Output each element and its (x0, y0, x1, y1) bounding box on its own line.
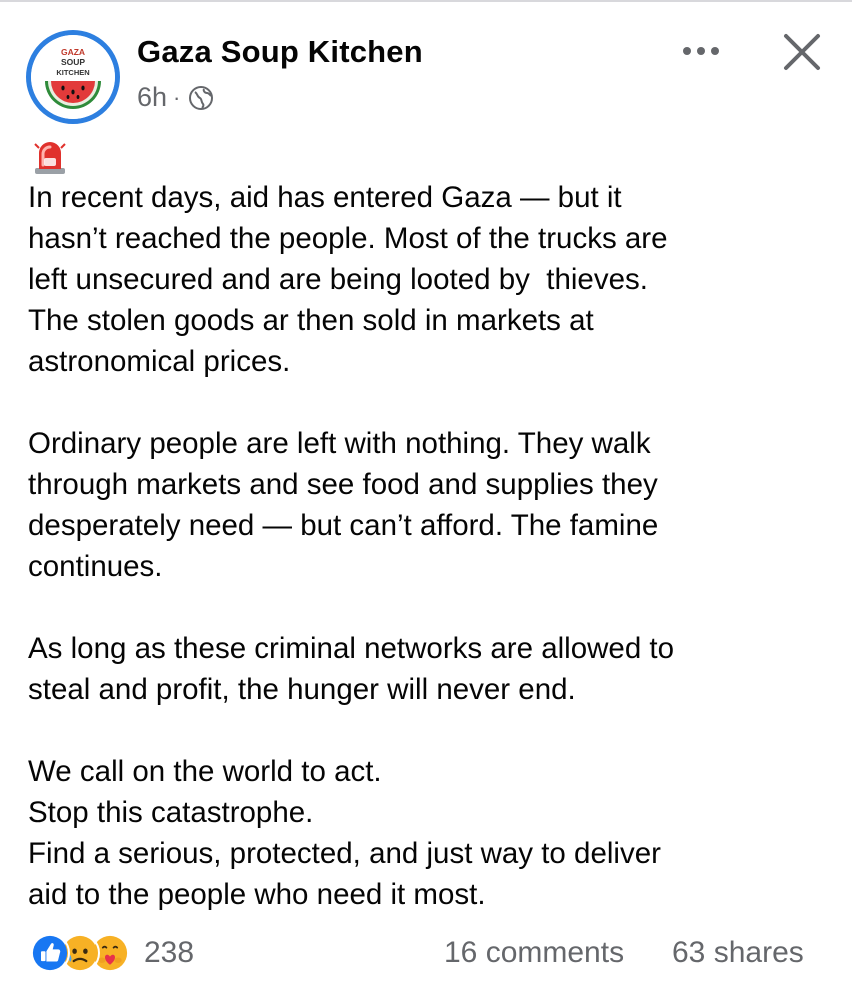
more-options-icon[interactable] (676, 34, 726, 68)
page-avatar[interactable]: GAZA SOUP KITCHEN (26, 30, 120, 124)
top-divider (0, 0, 852, 2)
text-line: Ordinary people are left with nothing. T… (28, 427, 651, 460)
page-name[interactable]: Gaza Soup Kitchen (137, 34, 423, 70)
text-line: astronomical prices. (28, 345, 291, 378)
text-line: through markets and see food and supplie… (28, 468, 658, 501)
reaction-icons (30, 931, 140, 975)
post-timestamp[interactable]: 6h (137, 82, 167, 113)
meta-separator: · (173, 84, 181, 110)
text-line: desperately need — but can’t afford. The… (28, 509, 659, 542)
logo-text-line: GAZA (61, 47, 85, 57)
post-body: In recent days, aid has entered Gaza — b… (28, 177, 828, 915)
text-line: The stolen goods ar then sold in markets… (28, 304, 594, 337)
globe-icon (189, 85, 214, 110)
close-icon[interactable] (778, 28, 826, 76)
text-line: steal and profit, the hunger will never … (28, 673, 576, 706)
soup-kitchen-logo: GAZA SOUP KITCHEN (31, 35, 115, 119)
text-line: aid to the people who need it most. (28, 878, 486, 911)
text-line: left unsecured and are being looted by t… (28, 263, 648, 296)
post-meta: 6h · (137, 82, 214, 113)
post-paragraph: As long as these criminal networks are a… (28, 628, 828, 710)
text-line: hasn’t reached the people. Most of the t… (28, 222, 668, 255)
comments-count[interactable]: 16 comments (444, 936, 624, 970)
reactions-summary[interactable]: 238 (30, 931, 194, 975)
rotating-light-emoji (34, 142, 66, 174)
reaction-count: 238 (144, 936, 195, 969)
text-line: In recent days, aid has entered Gaza — b… (28, 181, 622, 214)
like-icon (30, 933, 70, 973)
text-line: As long as these criminal networks are a… (28, 632, 675, 665)
post-paragraph: In recent days, aid has entered Gaza — b… (28, 177, 828, 382)
text-line: Stop this catastrophe. (28, 796, 314, 829)
logo-text-line: SOUP (61, 57, 85, 67)
shares-count[interactable]: 63 shares (672, 936, 804, 970)
post-paragraph: We call on the world to act. Stop this c… (28, 751, 828, 915)
text-line: Find a serious, protected, and just way … (28, 837, 661, 870)
text-line: We call on the world to act. (28, 755, 382, 788)
post-paragraph: Ordinary people are left with nothing. T… (28, 423, 828, 587)
logo-text-line: KITCHEN (56, 68, 89, 77)
text-line: continues. (28, 550, 163, 583)
